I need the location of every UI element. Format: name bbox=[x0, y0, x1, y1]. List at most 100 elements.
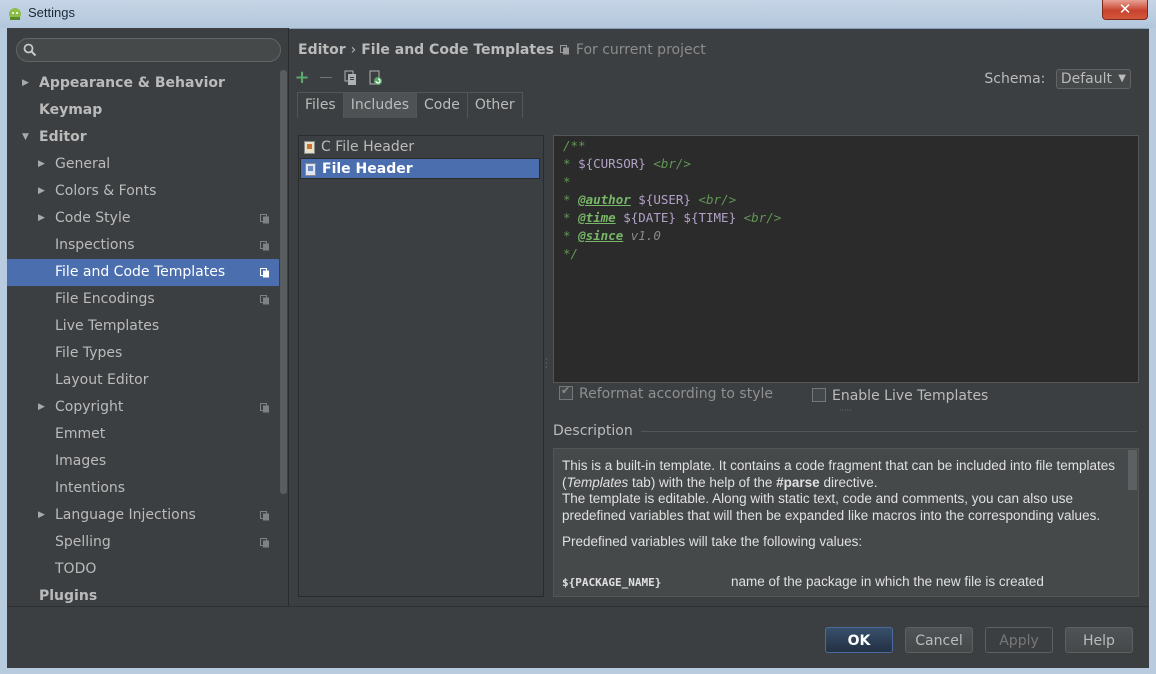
chevron-right-icon[interactable]: ▶ bbox=[22, 70, 29, 97]
chevron-right-icon[interactable]: ▶ bbox=[38, 394, 45, 421]
breadcrumb-current: File and Code Templates bbox=[361, 42, 554, 58]
tab-files[interactable]: Files bbox=[297, 92, 344, 118]
sidebar-item-emmet[interactable]: Emmet bbox=[7, 421, 279, 448]
sidebar-item-label: Live Templates bbox=[55, 318, 160, 334]
code-line-5: * @time ${DATE} ${TIME} <br/> bbox=[563, 210, 782, 225]
variable-description: name of the package in which the new fil… bbox=[731, 574, 1044, 589]
chevron-right-icon[interactable]: ▶ bbox=[38, 151, 45, 178]
splitter-handle[interactable]: · · · bbox=[545, 356, 549, 372]
sidebar-item-label: File and Code Templates bbox=[55, 264, 226, 280]
template-item-c-file-header[interactable]: C File Header bbox=[300, 137, 540, 158]
description-panel: This is a built-in template. It contains… bbox=[553, 448, 1139, 597]
tab-code[interactable]: Code bbox=[416, 92, 468, 118]
sidebar-item-label: Language Injections bbox=[55, 507, 196, 523]
sidebar-item-label: Layout Editor bbox=[55, 372, 149, 388]
window-title: Settings bbox=[28, 5, 75, 20]
window-frame-right bbox=[1149, 28, 1156, 674]
sidebar-item-label: Spelling bbox=[55, 534, 111, 550]
settings-search[interactable] bbox=[16, 38, 281, 62]
template-item-label: C File Header bbox=[321, 139, 415, 155]
description-scrollbar[interactable] bbox=[1128, 450, 1137, 490]
schema-dropdown[interactable]: Default ▼ bbox=[1055, 69, 1131, 89]
description-divider bbox=[629, 431, 1137, 432]
sidebar-item-file-types[interactable]: File Types bbox=[7, 340, 279, 367]
help-button[interactable]: Help bbox=[1065, 627, 1133, 653]
template-editor[interactable]: /** * ${CURSOR} <br/> * * @author ${USER… bbox=[553, 135, 1139, 383]
apply-button[interactable]: Apply bbox=[985, 627, 1053, 653]
sidebar-item-copyright[interactable]: ▶ Copyright bbox=[7, 394, 279, 421]
sidebar-item-intentions[interactable]: Intentions bbox=[7, 475, 279, 502]
description-title: Description bbox=[553, 423, 641, 439]
sidebar-item-images[interactable]: Images bbox=[7, 448, 279, 475]
breadcrumb-scope: For current project bbox=[575, 42, 706, 58]
sidebar-item-label: File Types bbox=[55, 345, 123, 361]
template-item-file-header[interactable]: File Header bbox=[300, 158, 540, 179]
sidebar-item-label: Images bbox=[55, 453, 107, 469]
sidebar-item-label: Emmet bbox=[55, 426, 106, 442]
tab-other[interactable]: Other bbox=[466, 92, 523, 118]
breadcrumb: Editor › File and Code Templates For curren… bbox=[298, 42, 706, 58]
chevron-right-icon[interactable]: ▶ bbox=[38, 502, 45, 529]
chevron-down-icon: ▼ bbox=[1118, 73, 1126, 84]
remove-template-button[interactable]: — bbox=[316, 69, 336, 89]
chevron-down-icon[interactable]: ▼ bbox=[22, 124, 29, 151]
live-templates-label: Enable Live Templates bbox=[832, 388, 989, 404]
description-text: This is a built-in template. It contains… bbox=[562, 458, 1116, 549]
live-templates-checkbox[interactable] bbox=[812, 388, 826, 402]
variable-name: ${PACKAGE_NAME} bbox=[562, 576, 662, 589]
cancel-button[interactable]: Cancel bbox=[905, 627, 973, 653]
sidebar-item-keymap[interactable]: Keymap bbox=[7, 97, 279, 124]
reformat-option[interactable]: Reformat according to style bbox=[559, 384, 773, 402]
template-file-icon bbox=[304, 141, 315, 154]
sidebar-item-language-injections[interactable]: ▶ Language Injections bbox=[7, 502, 279, 529]
sidebar-scrollbar[interactable] bbox=[280, 70, 287, 494]
sidebar-item-inspections[interactable]: Inspections bbox=[7, 232, 279, 259]
chevron-right-icon[interactable]: ▶ bbox=[38, 205, 45, 232]
close-window-button[interactable]: ✕ bbox=[1102, 0, 1148, 20]
reset-template-button[interactable] bbox=[366, 70, 386, 90]
sidebar-item-editor[interactable]: ▼ Editor bbox=[7, 124, 279, 151]
add-template-button[interactable]: + bbox=[292, 69, 312, 89]
code-line-6: * @since v1.0 bbox=[563, 228, 661, 243]
title-bar: Settings ✕ bbox=[0, 0, 1156, 29]
project-scope-icon bbox=[260, 214, 269, 224]
project-scope-icon bbox=[260, 403, 269, 413]
code-line-2: * ${CURSOR} <br/> bbox=[563, 156, 691, 171]
project-scope-icon bbox=[559, 45, 569, 55]
live-templates-option[interactable]: Enable Live Templates bbox=[812, 388, 988, 404]
reformat-checkbox[interactable] bbox=[559, 384, 573, 400]
ok-button[interactable]: OK bbox=[825, 627, 893, 653]
sidebar-item-label: TODO bbox=[55, 561, 97, 577]
sidebar-item-label: Keymap bbox=[39, 102, 103, 118]
sidebar-item-file-and-code-templates[interactable]: File and Code Templates bbox=[7, 259, 279, 286]
code-line-3: * bbox=[563, 174, 571, 189]
settings-sidebar: ▶ Appearance & Behavior Keymap ▼ Editor ▶ Gene… bbox=[7, 28, 289, 606]
editor-resize-handle[interactable]: ····· bbox=[839, 406, 852, 415]
sidebar-item-appearance-behavior[interactable]: ▶ Appearance & Behavior bbox=[7, 70, 279, 97]
schema-selector: Schema: Default ▼ bbox=[984, 69, 1131, 89]
template-list: C File Header File Header bbox=[298, 135, 544, 597]
breadcrumb-separator: › bbox=[350, 42, 357, 58]
copy-icon bbox=[344, 70, 356, 85]
code-line-7: */ bbox=[563, 246, 579, 261]
copy-template-button[interactable] bbox=[341, 70, 361, 90]
dialog-buttons: OK Cancel Apply Help bbox=[7, 606, 1149, 669]
sidebar-item-code-style[interactable]: ▶ Code Style bbox=[7, 205, 279, 232]
template-item-label: File Header bbox=[322, 161, 413, 177]
window-frame-left bbox=[0, 28, 7, 674]
template-tabs: Files Includes Code Other bbox=[297, 92, 523, 118]
sidebar-item-live-templates[interactable]: Live Templates bbox=[7, 313, 279, 340]
search-input[interactable] bbox=[41, 40, 275, 60]
sidebar-item-label: General bbox=[55, 156, 111, 172]
main-panel: Editor › File and Code Templates For curren… bbox=[289, 28, 1149, 606]
sidebar-item-layout-editor[interactable]: Layout Editor bbox=[7, 367, 279, 394]
sidebar-item-todo[interactable]: TODO bbox=[7, 556, 279, 583]
tab-includes[interactable]: Includes bbox=[342, 92, 417, 118]
reset-icon bbox=[369, 70, 382, 85]
sidebar-item-general[interactable]: ▶ General bbox=[7, 151, 279, 178]
sidebar-item-spelling[interactable]: Spelling bbox=[7, 529, 279, 556]
chevron-right-icon[interactable]: ▶ bbox=[38, 178, 45, 205]
sidebar-item-file-encodings[interactable]: File Encodings bbox=[7, 286, 279, 313]
sidebar-item-colors-fonts[interactable]: ▶ Colors & Fonts bbox=[7, 178, 279, 205]
project-scope-icon bbox=[260, 268, 269, 278]
